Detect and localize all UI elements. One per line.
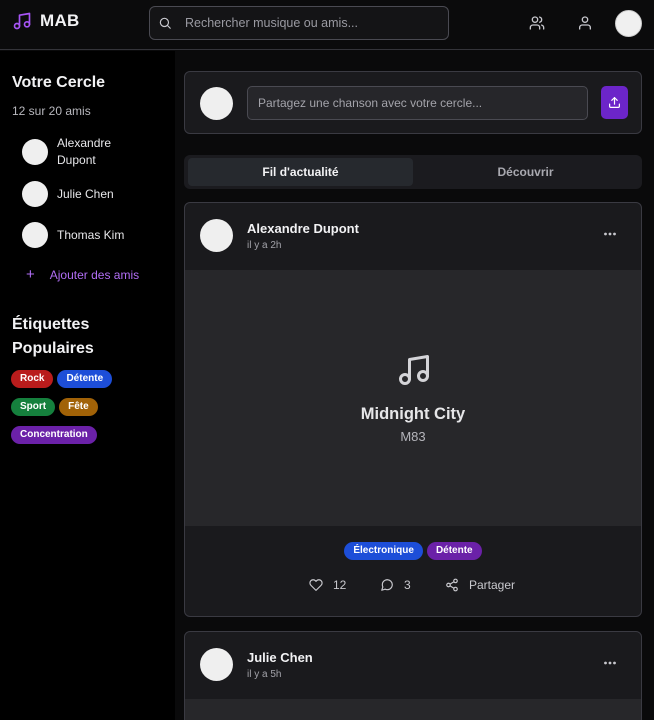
search-input[interactable] (185, 16, 435, 30)
tab-discover[interactable]: Découvrir (413, 158, 638, 186)
comment-button[interactable]: 3 (380, 578, 411, 592)
composer-avatar (200, 87, 233, 120)
friend-name: Thomas Kim (57, 227, 125, 242)
song-artist: M83 (400, 429, 426, 444)
sidebar: Votre Cercle 12 sur 20 amis Alexandre Du… (0, 51, 175, 720)
tags-title-line1: Étiquettes (12, 316, 90, 333)
user-avatar[interactable] (615, 10, 642, 37)
post-time: il y a 5h (247, 669, 282, 680)
post-card: Julie Chen il y a 5h (184, 631, 642, 720)
tag-fete[interactable]: Fête (59, 398, 98, 416)
feed-tabs: Fil d'actualité Découvrir (184, 155, 642, 189)
share-input-box[interactable] (247, 86, 588, 120)
friend-name: Julie Chen (57, 186, 114, 201)
tag-rock[interactable]: Rock (11, 370, 54, 388)
comment-icon (381, 579, 393, 591)
music-note-icon (399, 355, 429, 385)
tag-sport[interactable]: Sport (11, 398, 56, 416)
post-author[interactable]: Julie Chen (247, 650, 313, 665)
friend-avatar (22, 222, 48, 248)
friends-icon[interactable] (529, 15, 545, 31)
friend-avatar (22, 181, 48, 207)
search-icon (159, 17, 171, 29)
friend-item[interactable]: Alexandre Dupont (22, 135, 137, 169)
brand-name: MAB (40, 11, 80, 30)
share-label: Partager (469, 578, 516, 592)
heart-icon (309, 579, 323, 591)
tags-title-line2: Populaires (12, 340, 94, 357)
post-tags: Électronique Détente (185, 540, 641, 560)
more-options-icon[interactable] (603, 660, 617, 666)
tag-detente[interactable]: Détente (57, 370, 113, 388)
music-note-icon (13, 12, 31, 30)
circle-count: 12 sur 20 amis (12, 104, 91, 118)
like-count: 12 (333, 578, 347, 592)
top-bar: MAB (0, 0, 654, 50)
share-input[interactable] (248, 87, 587, 119)
song-preview[interactable]: Midnight City M83 (185, 270, 641, 526)
share-button[interactable]: Partager (445, 578, 515, 592)
plus-icon: + (26, 266, 35, 283)
profile-icon[interactable] (577, 15, 593, 31)
post-card: Alexandre Dupont il y a 2h Midnight City… (184, 202, 642, 617)
popular-tags: Rock Détente Sport Fête Concentration (11, 368, 161, 452)
tag-concentration[interactable]: Concentration (11, 426, 97, 444)
more-options-icon[interactable] (603, 231, 617, 237)
comment-count: 3 (404, 578, 411, 592)
tab-feed[interactable]: Fil d'actualité (188, 158, 413, 186)
post-author[interactable]: Alexandre Dupont (247, 221, 359, 236)
like-button[interactable]: 12 (309, 578, 346, 592)
upload-icon (609, 97, 620, 108)
add-friends-button[interactable]: + Ajouter des amis (26, 266, 140, 283)
brand[interactable]: MAB (12, 11, 80, 31)
share-composer (184, 71, 642, 134)
friend-item[interactable]: Julie Chen (22, 181, 137, 207)
add-friends-label: Ajouter des amis (49, 268, 140, 282)
upload-button[interactable] (601, 86, 628, 119)
friend-name: Alexandre Dupont (57, 136, 112, 167)
friend-avatar (22, 139, 48, 165)
tag-detente[interactable]: Détente (426, 542, 482, 560)
song-title: Midnight City (360, 405, 466, 423)
post-time: il y a 2h (247, 240, 282, 251)
post-author-avatar[interactable] (200, 219, 233, 252)
friend-item[interactable]: Thomas Kim (22, 222, 137, 248)
search-bar[interactable] (149, 6, 449, 40)
share-icon (446, 578, 458, 592)
song-preview[interactable] (185, 699, 641, 720)
circle-title: Votre Cercle (12, 74, 106, 91)
post-actions: 12 3 Partager (185, 578, 641, 598)
post-author-avatar[interactable] (200, 648, 233, 681)
tag-electronique[interactable]: Électronique (344, 542, 423, 560)
